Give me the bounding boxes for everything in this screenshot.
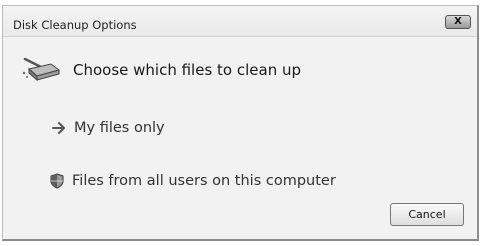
heading-text: Choose which files to clean up <box>73 61 302 79</box>
title-bar[interactable]: Disk Cleanup Options X <box>3 6 477 37</box>
close-button[interactable]: X <box>445 15 471 29</box>
close-icon: X <box>454 16 462 27</box>
dialog-content: Choose which files to clean up My files … <box>3 37 477 239</box>
option-label: My files only <box>74 120 165 136</box>
option-label: Files from all users on this computer <box>72 173 336 189</box>
arrow-right-icon <box>52 122 65 134</box>
cancel-button[interactable]: Cancel <box>390 203 464 226</box>
window-title: Disk Cleanup Options <box>13 18 137 32</box>
shield-icon <box>50 173 64 189</box>
dialog-window: Disk Cleanup Options X Choose which file… <box>2 5 479 241</box>
disk-cleanup-icon <box>22 57 61 82</box>
